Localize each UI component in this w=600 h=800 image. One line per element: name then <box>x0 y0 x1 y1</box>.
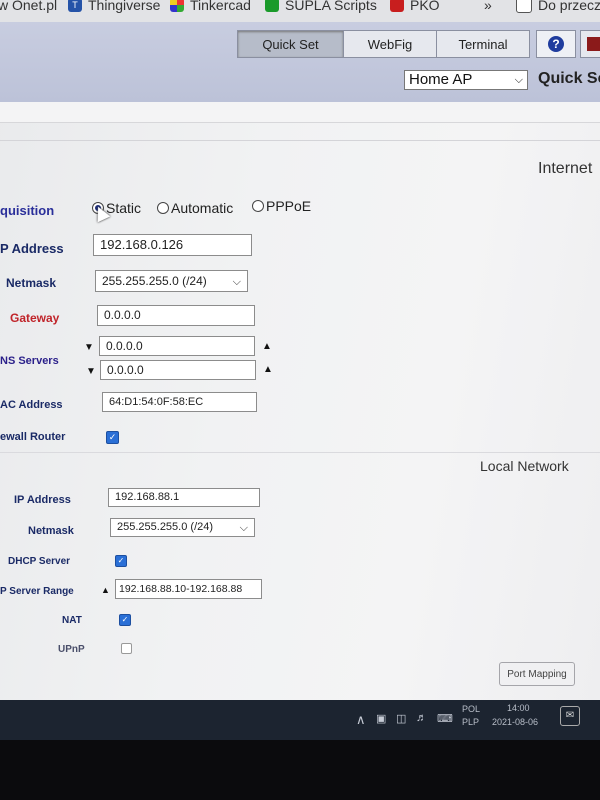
layout-indicator[interactable]: PLP <box>462 717 479 727</box>
gateway-input[interactable]: 0.0.0.0 <box>97 305 255 326</box>
radio-automatic-indicator[interactable] <box>157 202 169 214</box>
dhcp-server-checkbox[interactable]: ✓ <box>115 555 127 567</box>
bookmark-tinkercad[interactable]: Tinkercad <box>170 0 251 13</box>
bookmarks-overflow-button[interactable]: » <box>484 0 492 13</box>
mode-select[interactable]: Home AP ⌵ <box>404 70 528 90</box>
divider <box>0 140 600 141</box>
terminal-tab[interactable]: Terminal <box>436 30 530 58</box>
bookmark-label: SUPLA Scripts <box>285 0 377 13</box>
supla-icon <box>265 0 279 12</box>
bookmark-onet[interactable]: w Onet.pl <box>0 0 57 13</box>
radio-static-label: Static <box>106 200 142 216</box>
radio-pppoe[interactable]: PPPoE <box>252 198 311 214</box>
logout-button[interactable] <box>580 30 600 58</box>
firewall-router-label: ewall Router <box>0 431 66 443</box>
logout-icon <box>587 37 600 51</box>
bookmark-thingiverse[interactable]: T Thingiverse <box>68 0 160 13</box>
upnp-label: UPnP <box>58 644 85 655</box>
clock-date[interactable]: 2021-08-06 <box>492 717 538 727</box>
range-expand-icon[interactable]: ▲ <box>101 585 110 595</box>
lan-netmask-label: Netmask <box>28 525 74 537</box>
chevron-down-icon: ⌵ <box>232 276 241 288</box>
tinkercad-icon <box>170 0 184 12</box>
firewall-router-checkbox[interactable]: ✓ <box>106 431 119 444</box>
dns-collapse-icon[interactable]: ▼ <box>84 342 94 353</box>
wan-netmask-label: Netmask <box>6 276 57 290</box>
bookmark-label: w Onet.pl <box>0 0 58 13</box>
radio-automatic-label: Automatic <box>171 200 234 216</box>
volume-icon[interactable]: ♬ <box>416 712 427 724</box>
quick-set-tab[interactable]: Quick Set <box>237 30 344 58</box>
upnp-checkbox[interactable] <box>121 643 132 654</box>
tab-label: Quick Set <box>262 36 319 52</box>
radio-pppoe-indicator[interactable] <box>252 200 264 212</box>
dns-servers-label: NS Servers <box>0 355 59 367</box>
network-icon[interactable]: ◫ <box>396 712 406 725</box>
internet-section-title: Internet <box>538 160 593 177</box>
usb-icon[interactable]: ▣ <box>376 712 386 725</box>
pko-icon <box>390 0 404 12</box>
reading-list-icon <box>516 0 532 13</box>
screen: w Onet.pl T Thingiverse Tinkercad SUPLA … <box>0 0 600 740</box>
overflow-label: » <box>484 0 492 13</box>
dns-server-2-input[interactable]: 0.0.0.0 <box>100 360 256 380</box>
tray-expand-icon[interactable]: ∧ <box>356 712 366 728</box>
language-indicator[interactable]: POL <box>462 704 480 714</box>
mac-address-label: AC Address <box>0 399 63 411</box>
tab-label: WebFig <box>367 36 413 52</box>
header-strip <box>0 102 600 123</box>
page-title: Quick Se <box>538 70 600 87</box>
mac-address-field: 64:D1:54:0F:58:EC <box>102 392 257 412</box>
mode-select-value: Home AP <box>409 71 473 88</box>
notification-icon[interactable]: ✉ <box>560 706 580 726</box>
wan-netmask-value: 255.255.255.0 (/24) <box>102 274 207 288</box>
port-mapping-button[interactable]: Port Mapping <box>499 662 575 686</box>
port-mapping-label: Port Mapping <box>507 668 567 680</box>
bookmarks-bar: w Onet.pl T Thingiverse Tinkercad SUPLA … <box>0 0 600 22</box>
local-network-section-title: Local Network <box>480 458 569 474</box>
webfig-tab[interactable]: WebFig <box>343 30 437 58</box>
nat-label: NAT <box>62 615 82 626</box>
dns-add-icon[interactable]: ▲ <box>262 341 272 352</box>
dhcp-range-input[interactable]: 192.168.88.10-192.168.88 <box>115 579 262 599</box>
chevron-down-icon: ⌵ <box>239 522 248 534</box>
radio-automatic[interactable]: Automatic <box>157 200 233 216</box>
help-icon: ? <box>548 36 564 52</box>
bookmark-label: Tinkercad <box>190 0 251 13</box>
bookmark-reading-list[interactable]: Do przeczy <box>516 0 600 13</box>
tab-label: Terminal <box>458 36 508 52</box>
dhcp-range-label: P Server Range <box>0 586 74 597</box>
address-acquisition-label: quisition <box>0 203 55 218</box>
gateway-label: Gateway <box>10 311 60 325</box>
wan-ip-input[interactable]: 192.168.0.126 <box>93 234 252 256</box>
wan-ip-label: P Address <box>0 241 64 256</box>
bookmark-pko[interactable]: PKO <box>390 0 440 13</box>
lan-ip-input[interactable]: 192.168.88.1 <box>108 488 260 507</box>
router-header: Quick Set WebFig Terminal ? Home AP ⌵ Qu… <box>0 22 600 102</box>
lan-netmask-select[interactable]: 255.255.255.0 (/24) ⌵ <box>110 518 255 537</box>
bookmark-label: Do przeczy <box>538 0 600 13</box>
dns-collapse-icon[interactable]: ▼ <box>86 366 96 377</box>
radio-pppoe-label: PPPoE <box>266 198 312 214</box>
nat-checkbox[interactable]: ✓ <box>119 614 131 626</box>
divider <box>0 452 600 453</box>
dhcp-server-label: DHCP Server <box>8 556 71 567</box>
dns-add-icon[interactable]: ▲ <box>263 364 273 375</box>
lan-netmask-value: 255.255.255.0 (/24) <box>117 521 214 533</box>
bookmark-label: Thingiverse <box>88 0 161 13</box>
bookmark-supla[interactable]: SUPLA Scripts <box>265 0 377 13</box>
chevron-down-icon: ⌵ <box>514 74 523 86</box>
keyboard-icon[interactable]: ⌨ <box>437 712 453 725</box>
thingiverse-icon: T <box>68 0 82 12</box>
clock-time[interactable]: 14:00 <box>507 703 530 713</box>
bookmark-label: PKO <box>410 0 440 13</box>
help-button[interactable]: ? <box>536 30 576 58</box>
wan-netmask-select[interactable]: 255.255.255.0 (/24) ⌵ <box>95 270 248 292</box>
dns-server-1-input[interactable]: 0.0.0.0 <box>99 336 255 356</box>
lan-ip-label: IP Address <box>14 494 71 506</box>
